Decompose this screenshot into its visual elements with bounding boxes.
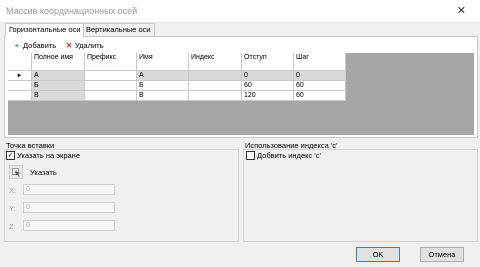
pick-point-button[interactable]: [9, 165, 23, 179]
col-header-step[interactable]: Шаг: [294, 53, 346, 71]
window-title: Массив координационных осей: [6, 6, 138, 16]
col-header-prefix[interactable]: Префикс: [85, 53, 137, 71]
tab-vertical-axes[interactable]: Вертикальные оси: [82, 23, 155, 36]
row-header[interactable]: [8, 91, 32, 101]
cell-step[interactable]: 0: [294, 71, 346, 81]
cell-full-name[interactable]: А: [32, 71, 85, 81]
cell-offset[interactable]: 120: [242, 91, 294, 101]
cursor-icon: [12, 168, 20, 177]
cell-name[interactable]: А: [137, 71, 189, 81]
grid-corner: [8, 53, 32, 71]
delete-button[interactable]: ✕ Удалить: [65, 40, 104, 52]
col-header-name[interactable]: Имя: [137, 53, 189, 71]
ok-button[interactable]: OK: [356, 247, 400, 262]
add-button[interactable]: + Добавить: [13, 40, 56, 52]
cell-index[interactable]: [189, 91, 242, 101]
y-label: Y:: [9, 204, 16, 213]
tab-horizontal-axes[interactable]: Горизонтальные оси: [5, 23, 85, 37]
axes-grid[interactable]: Полное имя Префикс Имя Индекс Отступ Шаг…: [8, 53, 474, 135]
delete-label: Удалить: [75, 41, 104, 50]
close-icon[interactable]: ✕: [457, 4, 466, 17]
cell-prefix[interactable]: [85, 81, 137, 91]
specify-on-screen-checkbox[interactable]: ✓ Указать на экране: [6, 151, 80, 160]
add-label: Добавить: [23, 41, 57, 50]
z-label: Z:: [9, 222, 16, 231]
cell-prefix[interactable]: [85, 91, 137, 101]
add-index-checkbox[interactable]: Добвить индекс 'c': [246, 151, 321, 160]
row-header[interactable]: [8, 81, 32, 91]
plus-icon: +: [14, 41, 20, 50]
pick-label: Указать: [30, 168, 57, 177]
index-usage-group: [243, 149, 478, 242]
z-input[interactable]: 0: [23, 220, 115, 231]
x-input[interactable]: 0: [23, 184, 115, 195]
x-icon: ✕: [65, 41, 73, 50]
cell-name[interactable]: Б: [137, 81, 189, 91]
cell-offset[interactable]: 0: [242, 71, 294, 81]
title-bar: Массив координационных осей ✕: [0, 0, 480, 23]
y-input[interactable]: 0: [23, 202, 115, 213]
x-label: X:: [9, 186, 17, 195]
cell-offset[interactable]: 60: [242, 81, 294, 91]
cell-index[interactable]: [189, 81, 242, 91]
col-header-index[interactable]: Индекс: [189, 53, 242, 71]
cell-full-name[interactable]: Б: [32, 81, 85, 91]
cell-prefix[interactable]: [85, 71, 137, 81]
col-header-full-name[interactable]: Полное имя: [32, 53, 85, 71]
cell-index[interactable]: [189, 71, 242, 81]
cell-step[interactable]: 60: [294, 91, 346, 101]
cell-step[interactable]: 60: [294, 81, 346, 91]
cell-name[interactable]: В: [137, 91, 189, 101]
add-index-label: Добвить индекс 'c': [257, 151, 321, 160]
checkbox-checked-icon: ✓: [6, 151, 15, 160]
specify-on-screen-label: Указать на экране: [17, 151, 80, 160]
tab-panel: + Добавить ✕ Удалить Полное имя Префикс Им…: [4, 36, 478, 138]
cancel-button[interactable]: Отмена: [420, 247, 464, 262]
cell-full-name[interactable]: В: [32, 91, 85, 101]
row-header-current[interactable]: ►: [8, 71, 32, 81]
col-header-offset[interactable]: Отступ: [242, 53, 294, 71]
checkbox-unchecked-icon: [246, 151, 255, 160]
